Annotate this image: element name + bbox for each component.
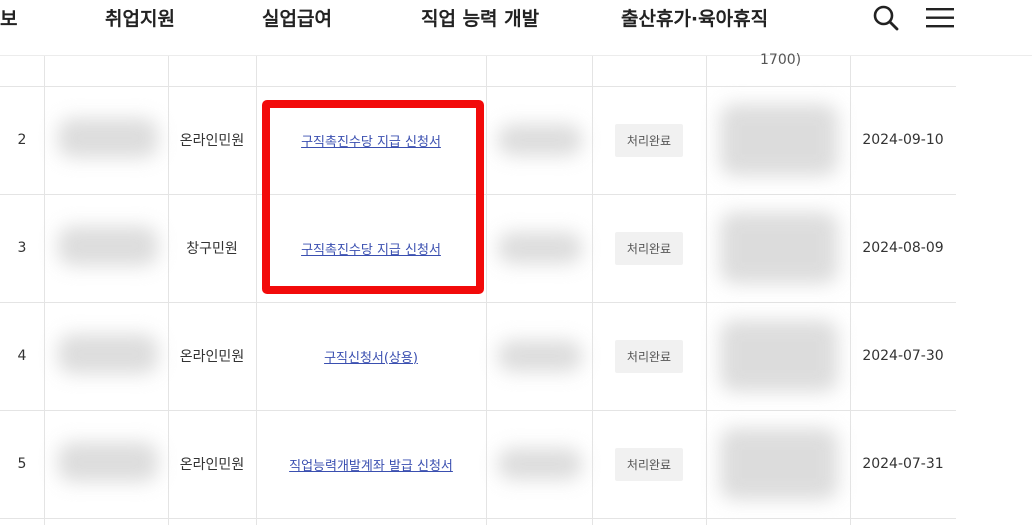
hamburger-menu-icon[interactable] (926, 6, 954, 34)
application-history-table: 1700) 2 온라인민원 구직촉진수당 지급 신청서 처리완료 2024-09… (0, 52, 956, 525)
date-cell: 2024-07-31 (862, 456, 944, 472)
column-divider (706, 56, 707, 525)
application-type: 온라인민원 (179, 349, 245, 365)
status-badge: 처리완료 (614, 123, 684, 157)
application-type: 창구민원 (186, 241, 238, 257)
application-title-cell: 구직신청서(상용) (256, 302, 486, 410)
status-badge: 처리완료 (614, 447, 684, 481)
status-cell: 처리완료 (592, 86, 706, 194)
nav-item-partial[interactable]: 보 (0, 4, 17, 31)
status-badge: 처리완료 (614, 339, 684, 373)
partial-cell-text: 1700) (760, 52, 802, 68)
application-title-cell: 직업능력개발계좌 발급 신청서 (256, 410, 486, 518)
redacted-cell (720, 428, 838, 500)
redacted-cell (498, 448, 582, 480)
status-cell: 처리완료 (592, 194, 706, 302)
application-title-cell: 구직촉진수당 지급 신청서 (256, 86, 486, 194)
application-title-link[interactable]: 구직촉진수당 지급 신청서 (301, 131, 441, 150)
nav-item-vocational-training[interactable]: 직업 능력 개발 (421, 4, 539, 31)
row-number: 5 (17, 456, 27, 472)
date-cell: 2024-08-09 (862, 240, 944, 256)
application-title-link[interactable]: 구직촉진수당 지급 신청서 (301, 239, 441, 258)
nav-item-parental-leave[interactable]: 출산휴가·육아휴직 (621, 4, 768, 31)
application-title-link[interactable]: 구직신청서(상용) (324, 347, 418, 366)
redacted-cell (498, 340, 582, 372)
date-cell: 2024-09-10 (862, 132, 944, 148)
redacted-cell (720, 212, 838, 284)
application-title-link[interactable]: 직업능력개발계좌 발급 신청서 (289, 455, 453, 474)
redacted-cell (58, 118, 158, 158)
application-type: 온라인민원 (179, 457, 245, 473)
redacted-cell (720, 104, 838, 176)
redacted-cell (498, 124, 582, 156)
status-cell: 처리완료 (592, 410, 706, 518)
redacted-cell (58, 334, 158, 374)
status-cell: 처리완료 (592, 302, 706, 410)
column-divider (486, 56, 487, 525)
redacted-cell (58, 442, 158, 482)
row-number: 2 (17, 132, 27, 148)
status-badge: 처리완료 (614, 231, 684, 265)
nav-item-unemployment-benefits[interactable]: 실업급여 (262, 4, 332, 31)
redacted-cell (720, 320, 838, 392)
date-cell: 2024-07-30 (862, 348, 944, 364)
row-divider (0, 518, 956, 519)
column-divider (44, 56, 45, 525)
redacted-cell (498, 232, 582, 264)
top-navigation: 보 취업지원 실업급여 직업 능력 개발 출산휴가·육아휴직 (0, 0, 1032, 56)
row-number: 3 (17, 240, 27, 256)
redacted-cell (58, 226, 158, 266)
row-number: 4 (17, 348, 27, 364)
application-title-cell: 구직촉진수당 지급 신청서 (256, 194, 486, 302)
application-type: 온라인민원 (179, 133, 245, 149)
nav-item-employment-support[interactable]: 취업지원 (105, 4, 175, 31)
search-icon[interactable] (872, 4, 900, 36)
